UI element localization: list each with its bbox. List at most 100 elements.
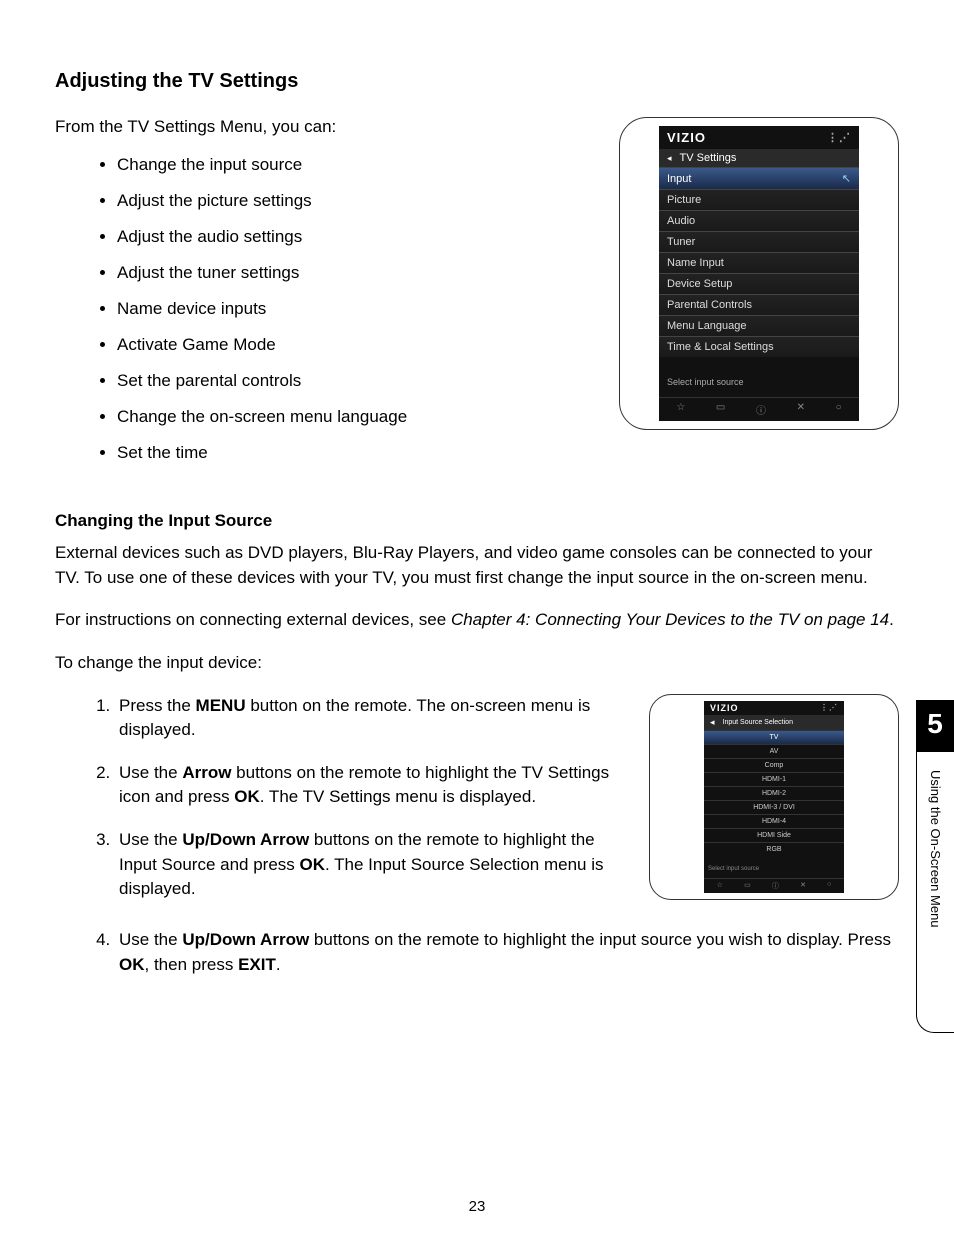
capabilities-list: Change the input source Adjust the pictu… [55,155,599,463]
steps-left-column: Press the MENU button on the remote. The… [55,694,631,920]
menu-button-label: MENU [196,696,246,715]
step-1: Press the MENU button on the remote. The… [115,694,631,743]
list-item: Adjust the picture settings [117,191,599,211]
exit-button-label: EXIT [238,955,276,974]
circle-icon: ○ [836,402,842,417]
chapter-label: Using the On-Screen Menu [928,770,943,928]
menu-item: Parental Controls [659,294,859,315]
menu-title-row: TV Settings [659,149,859,167]
intro-left-column: From the TV Settings Menu, you can: Chan… [55,117,599,479]
updown-arrow-label: Up/Down Arrow [182,930,309,949]
list-item: Activate Game Mode [117,335,599,355]
subheading-changing-input-source: Changing the Input Source [55,511,899,531]
menu-item: Audio [659,210,859,231]
grid-icon: ▭ [744,881,751,891]
info-icon: ⓘ [772,881,779,891]
ok-button-label: OK [119,955,145,974]
circle-icon: ○ [827,881,831,891]
menu-title-row: Input Source Selection [704,715,844,730]
chapter-number: 5 [916,700,954,752]
list-item: Set the time [117,443,599,463]
page-number: 23 [0,1198,954,1215]
paragraph-to-change: To change the input device: [55,651,899,676]
arrow-button-label: Arrow [182,763,231,782]
wifi-icon: ⋮⋰ [820,703,838,712]
chapter-label-box: Using the On-Screen Menu [916,752,954,1033]
input-item: RGB [704,842,844,856]
input-item: HDMI Side [704,828,844,842]
menu-brand-row: VIZIO ⋮⋰ [704,701,844,715]
intro-text: From the TV Settings Menu, you can: [55,117,599,137]
list-item: Adjust the audio settings [117,227,599,247]
menu-item: Tuner [659,231,859,252]
steps-list: Press the MENU button on the remote. The… [55,694,631,902]
ok-button-label: OK [300,855,326,874]
text: Use the [119,763,182,782]
step-4: Use the Up/Down Arrow buttons on the rem… [115,928,899,977]
text: Use the [119,830,182,849]
wifi-icon: ⋮⋰ [827,131,851,144]
cursor-icon: ↖ [842,172,851,185]
menu-item-input: Input ↖ [659,167,859,189]
heading-adjusting-tv-settings: Adjusting the TV Settings [55,70,899,93]
input-item: AV [704,744,844,758]
input-item: HDMI-2 [704,786,844,800]
chapter-side-tab: 5 Using the On-Screen Menu [916,700,954,1033]
input-item: HDMI-4 [704,814,844,828]
figure-tv-settings-menu: VIZIO ⋮⋰ TV Settings Input ↖ Picture Aud… [619,117,899,430]
star-icon: ☆ [717,881,723,891]
ref-chapter: Chapter 4: Connecting Your Devices to th… [451,610,889,629]
menu-item: Name Input [659,252,859,273]
tv-settings-menu: VIZIO ⋮⋰ TV Settings Input ↖ Picture Aud… [659,126,859,421]
info-icon: ⓘ [756,402,766,417]
steps-list-continued: Use the Up/Down Arrow buttons on the rem… [55,928,899,977]
menu-icon-row: ☆ ▭ ⓘ ✕ ○ [659,397,859,421]
text: . [276,955,281,974]
list-item: Name device inputs [117,299,599,319]
updown-arrow-label: Up/Down Arrow [182,830,309,849]
menu-icon-row: ☆ ▭ ⓘ ✕ ○ [704,878,844,893]
input-item: HDMI-1 [704,772,844,786]
list-item: Change the on-screen menu language [117,407,599,427]
paragraph-reference: For instructions on connecting external … [55,608,899,633]
text: Use the [119,930,182,949]
text: , then press [145,955,239,974]
figure-input-source-menu: VIZIO ⋮⋰ Input Source Selection TV AV Co… [649,694,899,900]
menu-item: Time & Local Settings [659,336,859,357]
brand-label: VIZIO [710,703,739,713]
ref-prefix: For instructions on connecting external … [55,610,451,629]
close-icon: ✕ [797,402,805,417]
back-arrow-icon [710,717,715,728]
list-item: Set the parental controls [117,371,599,391]
grid-icon: ▭ [716,402,725,417]
menu-item: Device Setup [659,273,859,294]
figure-frame: VIZIO ⋮⋰ TV Settings Input ↖ Picture Aud… [619,117,899,430]
brand-label: VIZIO [667,130,706,145]
ref-suffix: . [889,610,894,629]
menu-item: Menu Language [659,315,859,336]
star-icon: ☆ [676,402,685,417]
figure-frame: VIZIO ⋮⋰ Input Source Selection TV AV Co… [649,694,899,900]
text: . The TV Settings menu is displayed. [260,787,536,806]
text: buttons on the remote to highlight the i… [309,930,891,949]
input-source-menu: VIZIO ⋮⋰ Input Source Selection TV AV Co… [704,701,844,893]
menu-item-label: Input [667,173,691,185]
input-item: Comp [704,758,844,772]
step-2: Use the Arrow buttons on the remote to h… [115,761,631,810]
menu-title: TV Settings [680,152,737,164]
list-item: Adjust the tuner settings [117,263,599,283]
page-content: Adjusting the TV Settings From the TV Se… [0,0,954,1035]
steps-row: Press the MENU button on the remote. The… [55,694,899,920]
ok-button-label: OK [234,787,260,806]
menu-item: Picture [659,189,859,210]
back-arrow-icon [667,152,672,164]
menu-hint: Select input source [704,856,844,878]
text: Press the [119,696,196,715]
menu-title: Input Source Selection [723,719,793,726]
list-item: Change the input source [117,155,599,175]
input-item: TV [704,730,844,744]
intro-row: From the TV Settings Menu, you can: Chan… [55,117,899,479]
paragraph-external-devices: External devices such as DVD players, Bl… [55,541,899,590]
close-icon: ✕ [800,881,806,891]
step-3: Use the Up/Down Arrow buttons on the rem… [115,828,631,902]
